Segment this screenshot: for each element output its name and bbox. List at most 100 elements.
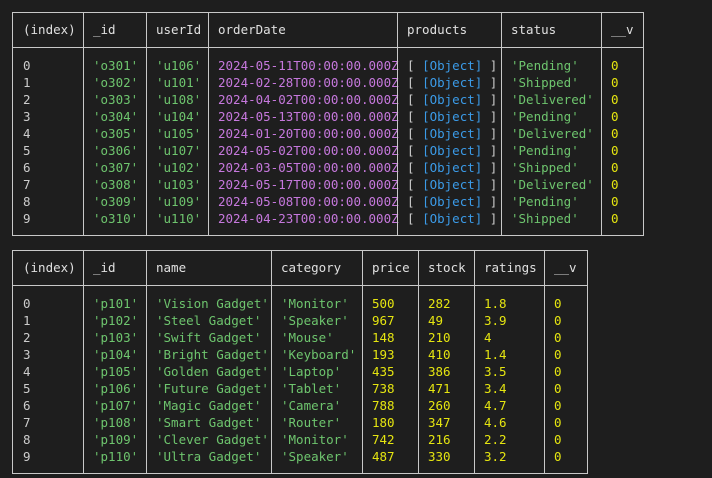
products-row: 0 'p101' 'Vision Gadget' 'Monitor' 500 282 1.8… bbox=[13, 295, 587, 312]
orders-cell-index: 1 bbox=[23, 75, 31, 90]
bracket-open: [ bbox=[407, 194, 423, 209]
orders-cell-id: 'o304' bbox=[93, 109, 139, 124]
products-header-row: (index) _id name category price stock ratings _… bbox=[13, 251, 587, 286]
products-cell-category: 'Router' bbox=[281, 415, 342, 430]
orders-cell-products: [ [Object] ] bbox=[397, 159, 497, 176]
products-cell-id: 'p105' bbox=[93, 364, 139, 379]
products-cell-ratings: 1.4 bbox=[484, 347, 507, 362]
orders-row: 4'o305''u105' 2024-01-20T00:00:00.000Z[ [… bbox=[13, 125, 643, 142]
products-table: (index) _id name category price stock ratings _… bbox=[12, 250, 588, 474]
orders-row: 5'o306''u107' 2024-05-02T00:00:00.000Z[ [… bbox=[13, 142, 643, 159]
orders-cell-orderdate: 2024-05-11T00:00:00.000Z bbox=[218, 58, 399, 73]
products-row: 5 'p106' 'Future Gadget' 'Tablet' 738 471 3.4 0 bbox=[13, 380, 587, 397]
products-cell-stock: 282 bbox=[428, 296, 451, 311]
products-cell-ratings: 4.6 bbox=[484, 415, 507, 430]
orders-cell-index: 0 bbox=[23, 58, 31, 73]
orders-column-divider bbox=[601, 13, 602, 235]
bracket-open: [ bbox=[407, 126, 423, 141]
products-cell-stock: 410 bbox=[428, 347, 451, 362]
products-cell-name: 'Steel Gadget' bbox=[156, 313, 262, 328]
orders-header-row: (index) _id userId orderDate products status _… bbox=[13, 13, 643, 48]
products-cell-index: 6 bbox=[23, 398, 31, 413]
products-cell-v: 0 bbox=[554, 449, 562, 464]
bracket-close: ] bbox=[482, 126, 498, 141]
products-header-stock: stock bbox=[428, 260, 466, 275]
products-cell-name: 'Magic Gadget' bbox=[156, 398, 262, 413]
orders-cell-id: 'o301' bbox=[93, 58, 139, 73]
products-cell-stock: 330 bbox=[428, 449, 451, 464]
orders-cell-userid: 'u108' bbox=[156, 92, 202, 107]
orders-cell-v: 0 bbox=[611, 126, 619, 141]
orders-column-divider bbox=[146, 13, 147, 235]
products-cell-id: 'p106' bbox=[93, 381, 139, 396]
orders-cell-userid: 'u103' bbox=[156, 177, 202, 192]
object-ref: [Object] bbox=[422, 126, 483, 141]
bracket-close: ] bbox=[482, 177, 498, 192]
orders-cell-status: 'Delivered' bbox=[511, 92, 594, 107]
orders-cell-orderdate: 2024-05-08T00:00:00.000Z bbox=[218, 194, 399, 209]
orders-cell-v: 0 bbox=[611, 211, 619, 226]
products-cell-ratings: 2.2 bbox=[484, 432, 507, 447]
orders-header-orderdate: orderDate bbox=[218, 22, 286, 37]
products-cell-name: 'Ultra Gadget' bbox=[156, 449, 262, 464]
products-cell-id: 'p109' bbox=[93, 432, 139, 447]
orders-cell-index: 9 bbox=[23, 211, 31, 226]
orders-header-status: status bbox=[511, 22, 557, 37]
orders-cell-orderdate: 2024-05-17T00:00:00.000Z bbox=[218, 177, 399, 192]
orders-cell-userid: 'u107' bbox=[156, 143, 202, 158]
products-cell-name: 'Swift Gadget' bbox=[156, 330, 262, 345]
orders-cell-v: 0 bbox=[611, 58, 619, 73]
bracket-close: ] bbox=[482, 194, 498, 209]
products-cell-id: 'p101' bbox=[93, 296, 139, 311]
products-header-price: price bbox=[372, 260, 410, 275]
products-row: 3 'p104' 'Bright Gadget' 'Keyboard' 193 410 1.… bbox=[13, 346, 587, 363]
products-column-divider bbox=[474, 251, 475, 473]
products-cell-id: 'p107' bbox=[93, 398, 139, 413]
orders-row: 2'o303''u108' 2024-04-02T00:00:00.000Z[ [… bbox=[13, 91, 643, 108]
orders-cell-id: 'o302' bbox=[93, 75, 139, 90]
products-cell-id: 'p108' bbox=[93, 415, 139, 430]
bracket-open: [ bbox=[407, 177, 423, 192]
bracket-open: [ bbox=[407, 58, 423, 73]
orders-cell-userid: 'u101' bbox=[156, 75, 202, 90]
products-cell-price: 148 bbox=[372, 330, 395, 345]
products-row: 2 'p103' 'Swift Gadget' 'Mouse' 148 210 4 0 bbox=[13, 329, 587, 346]
products-cell-category: 'Laptop' bbox=[281, 364, 342, 379]
products-cell-category: 'Mouse' bbox=[281, 330, 334, 345]
products-cell-v: 0 bbox=[554, 415, 562, 430]
products-cell-ratings: 4 bbox=[484, 330, 492, 345]
bracket-open: [ bbox=[407, 211, 423, 226]
orders-cell-orderdate: 2024-04-23T00:00:00.000Z bbox=[218, 211, 399, 226]
products-cell-name: 'Bright Gadget' bbox=[156, 347, 269, 362]
products-cell-name: 'Golden Gadget' bbox=[156, 364, 269, 379]
products-cell-price: 435 bbox=[372, 364, 395, 379]
products-cell-index: 7 bbox=[23, 415, 31, 430]
products-rows: 0'p101' 'Vision Gadget' 'Monitor' 500 282 1.8… bbox=[13, 295, 587, 465]
orders-cell-orderdate: 2024-01-20T00:00:00.000Z bbox=[218, 126, 399, 141]
products-cell-ratings: 3.4 bbox=[484, 381, 507, 396]
orders-cell-products: [ [Object] ] bbox=[397, 74, 497, 91]
orders-cell-products: [ [Object] ] bbox=[397, 125, 497, 142]
orders-cell-id: 'o306' bbox=[93, 143, 139, 158]
bracket-close: ] bbox=[482, 143, 498, 158]
products-cell-name: 'Vision Gadget' bbox=[156, 296, 269, 311]
object-ref: [Object] bbox=[422, 58, 483, 73]
orders-cell-status: 'Shipped' bbox=[511, 75, 579, 90]
products-column-divider bbox=[271, 251, 272, 473]
products-cell-category: 'Monitor' bbox=[281, 432, 349, 447]
orders-cell-v: 0 bbox=[611, 143, 619, 158]
orders-cell-status: 'Pending' bbox=[511, 143, 579, 158]
products-cell-price: 180 bbox=[372, 415, 395, 430]
orders-cell-status: 'Pending' bbox=[511, 194, 579, 209]
orders-table: (index) _id userId orderDate products status _… bbox=[12, 12, 644, 236]
object-ref: [Object] bbox=[422, 160, 483, 175]
orders-cell-status: 'Delivered' bbox=[511, 177, 594, 192]
products-row: 7 'p108' 'Smart Gadget' 'Router' 180 347 4.6 0 bbox=[13, 414, 587, 431]
orders-rows: 0'o301''u106' 2024-05-11T00:00:00.000Z[ [… bbox=[13, 57, 643, 227]
products-cell-category: 'Keyboard' bbox=[281, 347, 357, 362]
orders-cell-orderdate: 2024-02-28T00:00:00.000Z bbox=[218, 75, 399, 90]
orders-header-v: __v bbox=[611, 22, 634, 37]
products-cell-category: 'Tablet' bbox=[281, 381, 342, 396]
products-cell-price: 788 bbox=[372, 398, 395, 413]
products-cell-stock: 386 bbox=[428, 364, 451, 379]
